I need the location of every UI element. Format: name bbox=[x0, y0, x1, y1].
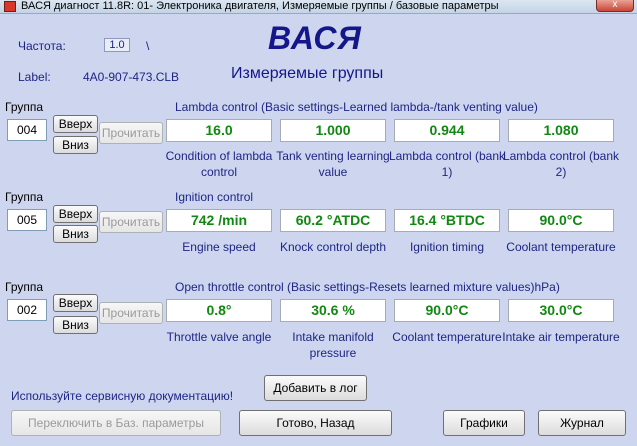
measure-label: Engine speed bbox=[182, 240, 256, 254]
measure-value: 30.0°C bbox=[508, 299, 614, 322]
group-title: Ignition control bbox=[175, 190, 254, 204]
measure-label: Tank venting learning value bbox=[276, 149, 390, 179]
group-number-input[interactable]: 004 bbox=[7, 119, 47, 141]
measure-label: Knock control depth bbox=[279, 240, 387, 254]
measure-value: 60.2 °ATDC bbox=[280, 209, 386, 232]
measure-value: 16.0 bbox=[166, 119, 272, 142]
window-titlebar: ВАСЯ диагност 11.8R: 01- Электроника дви… bbox=[0, 0, 637, 14]
read-button[interactable]: Прочитать bbox=[99, 211, 163, 233]
measure-label: Coolant temperature bbox=[506, 240, 616, 254]
group-down-button[interactable]: Вниз bbox=[53, 136, 98, 154]
group-up-button[interactable]: Вверх bbox=[53, 115, 98, 133]
done-back-button[interactable]: Готово, Назад bbox=[239, 410, 392, 436]
service-docs-hint: Используйте сервисную документацию! bbox=[11, 389, 234, 403]
measure-value: 0.8° bbox=[166, 299, 272, 322]
read-button[interactable]: Прочитать bbox=[99, 302, 163, 324]
measure-value: 1.000 bbox=[280, 119, 386, 142]
measure-value: 16.4 °BTDC bbox=[394, 209, 500, 232]
group-number-input[interactable]: 005 bbox=[7, 209, 47, 231]
label-caption: Label: bbox=[18, 70, 51, 84]
read-button[interactable]: Прочитать bbox=[99, 122, 163, 144]
label-value: 4A0-907-473.CLB bbox=[83, 70, 180, 84]
measure-label: Intake manifold pressure bbox=[292, 330, 374, 360]
switch-basic-settings-button[interactable]: Переключить в Баз. параметры bbox=[11, 410, 221, 436]
group-title: Lambda control (Basic settings-Learned l… bbox=[175, 100, 538, 114]
page-title: Измеряемые группы bbox=[231, 65, 384, 82]
group-label: Группа bbox=[5, 100, 44, 114]
measure-value: 0.944 bbox=[394, 119, 500, 142]
app-icon bbox=[4, 1, 16, 12]
frequency-label: Частота: bbox=[18, 39, 66, 53]
log-button[interactable]: Журнал bbox=[538, 410, 626, 436]
close-button[interactable]: x bbox=[596, 0, 634, 12]
group-title: Open throttle control (Basic settings-Re… bbox=[175, 280, 560, 294]
measure-label: Lambda control (bank 1) bbox=[388, 149, 506, 179]
measure-label: Throttle valve angle bbox=[166, 330, 272, 344]
group-down-button[interactable]: Вниз bbox=[53, 225, 98, 243]
frequency-value: 1.0 bbox=[104, 38, 130, 52]
group-number-input[interactable]: 002 bbox=[7, 299, 47, 321]
measure-label: Coolant temperature bbox=[392, 330, 502, 344]
brand-title: ВАСЯ bbox=[268, 20, 362, 56]
measure-value: 90.0°C bbox=[394, 299, 500, 322]
measure-value: 742 /min bbox=[166, 209, 272, 232]
window-title: ВАСЯ диагност 11.8R: 01- Электроника дви… bbox=[21, 0, 499, 12]
main-window: Частота: 1.0 \ Label: 4A0-907-473.CLB ВА… bbox=[0, 14, 637, 446]
graphs-button[interactable]: Графики bbox=[443, 410, 525, 436]
group-label: Группа bbox=[5, 280, 44, 294]
group-label: Группа bbox=[5, 190, 44, 204]
group-down-button[interactable]: Вниз bbox=[53, 316, 98, 334]
group-up-button[interactable]: Вверх bbox=[53, 294, 98, 312]
measure-label: Condition of lambda control bbox=[165, 149, 273, 179]
add-to-log-button[interactable]: Добавить в лог bbox=[264, 375, 367, 401]
measure-value: 30.6 % bbox=[280, 299, 386, 322]
group-up-button[interactable]: Вверх bbox=[53, 205, 98, 223]
measure-value: 1.080 bbox=[508, 119, 614, 142]
measure-label: Ignition timing bbox=[409, 240, 485, 254]
frequency-suffix: \ bbox=[146, 39, 150, 53]
measure-value: 90.0°C bbox=[508, 209, 614, 232]
measure-label: Intake air temperature bbox=[502, 330, 620, 344]
measure-label: Lambda control (bank 2) bbox=[502, 149, 620, 179]
